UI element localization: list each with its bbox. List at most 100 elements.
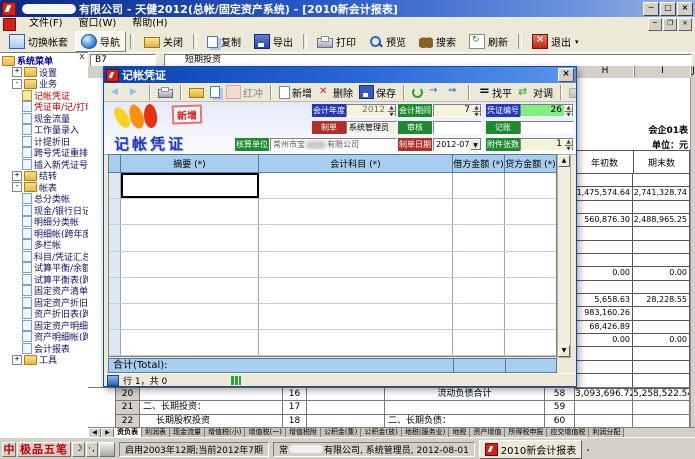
- toolbar-button-exit[interactable]: 退出▾: [526, 31, 585, 52]
- toolbar-button-close-folder[interactable]: 关闭: [138, 31, 189, 52]
- sheet-cell[interactable]: [307, 415, 385, 427]
- sheet-cell-end-period[interactable]: 0.00: [633, 334, 689, 346]
- dialog-tool-page[interactable]: 新增: [277, 84, 314, 100]
- ime-name[interactable]: 极品五笔: [17, 442, 71, 457]
- sheet-cell-end-period[interactable]: 2,488,965.25: [633, 214, 689, 226]
- period-stepper[interactable]: 7▲▼: [433, 104, 482, 117]
- dialog-tool-stamp[interactable]: 审核: [567, 84, 576, 100]
- nav-back-button[interactable]: [108, 84, 125, 100]
- dropdown-arrow-icon[interactable]: ▾: [575, 38, 579, 46]
- sheet-cell-begin-year[interactable]: 983,160.26: [576, 307, 633, 319]
- voucher-cell[interactable]: [505, 199, 556, 224]
- voucher-cell[interactable]: [121, 173, 259, 198]
- voucher-cell[interactable]: [453, 330, 505, 355]
- mdi-minimize-icon[interactable]: ─: [648, 18, 662, 31]
- sheet-cell[interactable]: 长期股权投资: [140, 415, 283, 427]
- row-selector[interactable]: [109, 330, 121, 355]
- row-selector[interactable]: [109, 252, 121, 277]
- sheet-cell[interactable]: [307, 388, 385, 401]
- date-dropdown[interactable]: 2012-07-31▼: [433, 138, 482, 151]
- dialog-titlebar[interactable]: 记帐凭证 ×: [104, 67, 576, 83]
- keyboard-icon[interactable]: [99, 442, 115, 457]
- expand-icon[interactable]: +: [12, 67, 22, 77]
- row-selector[interactable]: [109, 173, 121, 198]
- dialog-tool-save[interactable]: 保存: [357, 84, 398, 100]
- voucher-cell[interactable]: [453, 278, 505, 303]
- expand-icon[interactable]: +: [12, 355, 22, 365]
- sheet-cell-end-period[interactable]: [633, 174, 689, 186]
- spinner-icon[interactable]: ▲▼: [564, 105, 573, 116]
- sheet-cell[interactable]: [385, 401, 545, 414]
- sidebar-item[interactable]: +工具: [0, 354, 88, 366]
- sidebar-close-icon[interactable]: x: [77, 53, 87, 63]
- voucher-cell[interactable]: [259, 330, 453, 355]
- sheet-cell-begin-year[interactable]: [576, 347, 633, 359]
- voucher-cell[interactable]: [453, 304, 505, 329]
- toolbar-button-print[interactable]: 打印: [311, 31, 362, 52]
- sheet-cell-begin-year[interactable]: [576, 374, 633, 386]
- maximize-icon[interactable]: □: [660, 2, 676, 16]
- sheet-cell[interactable]: 18: [283, 415, 307, 427]
- sheet-cell-end-period[interactable]: [633, 307, 689, 319]
- toolbar-button-preview[interactable]: 预览: [363, 31, 412, 52]
- voucher-cell[interactable]: [121, 330, 259, 355]
- sheet-cell-end-period[interactable]: [633, 254, 689, 266]
- row-selector[interactable]: [109, 304, 121, 329]
- reviewer-field[interactable]: [433, 121, 482, 134]
- column-header-j[interactable]: J: [690, 66, 695, 77]
- voucher-cell[interactable]: [121, 199, 259, 224]
- voucher-cell[interactable]: [453, 252, 505, 277]
- task-window-button[interactable]: 2010新会计报表: [479, 440, 582, 459]
- sheet-cell[interactable]: 5,258,522.54: [633, 388, 690, 401]
- copy-button[interactable]: [208, 84, 222, 100]
- preparer-field[interactable]: 系统管理员: [346, 121, 397, 134]
- cell-name-box[interactable]: B7: [90, 54, 156, 67]
- toolbar-button-search[interactable]: 搜索: [413, 31, 462, 52]
- expand-icon[interactable]: +: [12, 171, 22, 181]
- attachments-stepper[interactable]: 1▲▼: [520, 138, 574, 151]
- voucher-scrollbar[interactable]: ▲ ▼: [557, 154, 571, 358]
- chevron-down-icon[interactable]: ▼: [470, 139, 481, 150]
- close-icon[interactable]: ×: [677, 2, 693, 16]
- folder-button[interactable]: [187, 84, 206, 100]
- sheet-cell[interactable]: 59: [545, 401, 575, 414]
- voucher-cell[interactable]: [505, 225, 556, 250]
- mdi-close-icon[interactable]: ×: [678, 18, 692, 31]
- sheet-cell[interactable]: 17: [283, 401, 307, 414]
- sheet-cell-begin-year[interactable]: 0.00: [576, 334, 633, 346]
- row-selector[interactable]: [109, 278, 121, 303]
- toolbar-button-refresh[interactable]: 刷新: [463, 31, 514, 52]
- row-selector[interactable]: [109, 199, 121, 224]
- voucher-cell[interactable]: [259, 278, 453, 303]
- sheet-cell-begin-year[interactable]: [576, 174, 633, 186]
- menu-item[interactable]: 帮助(H): [124, 17, 175, 31]
- scroll-up-icon[interactable]: ▲: [558, 155, 570, 167]
- sheet-cell-begin-year[interactable]: 560,876.30: [576, 214, 633, 226]
- arrow-in-button[interactable]: [427, 84, 444, 100]
- menu-item[interactable]: 文件(F): [21, 17, 71, 31]
- dialog-tool-equals[interactable]: 找平: [475, 84, 514, 100]
- spinner-icon[interactable]: ▲▼: [564, 139, 573, 150]
- sheet-cell[interactable]: [633, 415, 690, 427]
- sheet-cell[interactable]: 二、长期投资：: [140, 401, 283, 414]
- sheet-cell-begin-year[interactable]: 0.00: [576, 267, 633, 279]
- voucher-cell[interactable]: [453, 225, 505, 250]
- voucher-cell[interactable]: [259, 225, 453, 250]
- sheet-cell-end-period[interactable]: [633, 374, 689, 386]
- sheet-cell-end-period[interactable]: 2,741,328.74: [633, 187, 689, 199]
- sheet-cell[interactable]: 16: [283, 388, 307, 401]
- sheet-cell-end-period[interactable]: [633, 347, 689, 359]
- voucher-cell[interactable]: [259, 304, 453, 329]
- mdi-restore-icon[interactable]: ❐: [663, 18, 677, 31]
- voucher-cell[interactable]: [121, 304, 259, 329]
- toolbar-button-copy[interactable]: 复制: [201, 31, 247, 52]
- voucher-cell[interactable]: [121, 225, 259, 250]
- formula-input[interactable]: 短期投资: [164, 54, 692, 67]
- voucher-cell[interactable]: [505, 330, 556, 355]
- arrow-out-button[interactable]: [446, 84, 463, 100]
- sheet-cell-begin-year[interactable]: 1,475,574.64: [576, 187, 633, 199]
- dialog-tool-delete[interactable]: 删除: [316, 84, 355, 100]
- dialog-tool-swap[interactable]: 对调: [516, 84, 555, 100]
- sheet-cell-begin-year[interactable]: [576, 281, 633, 293]
- collapse-icon[interactable]: -: [12, 79, 22, 89]
